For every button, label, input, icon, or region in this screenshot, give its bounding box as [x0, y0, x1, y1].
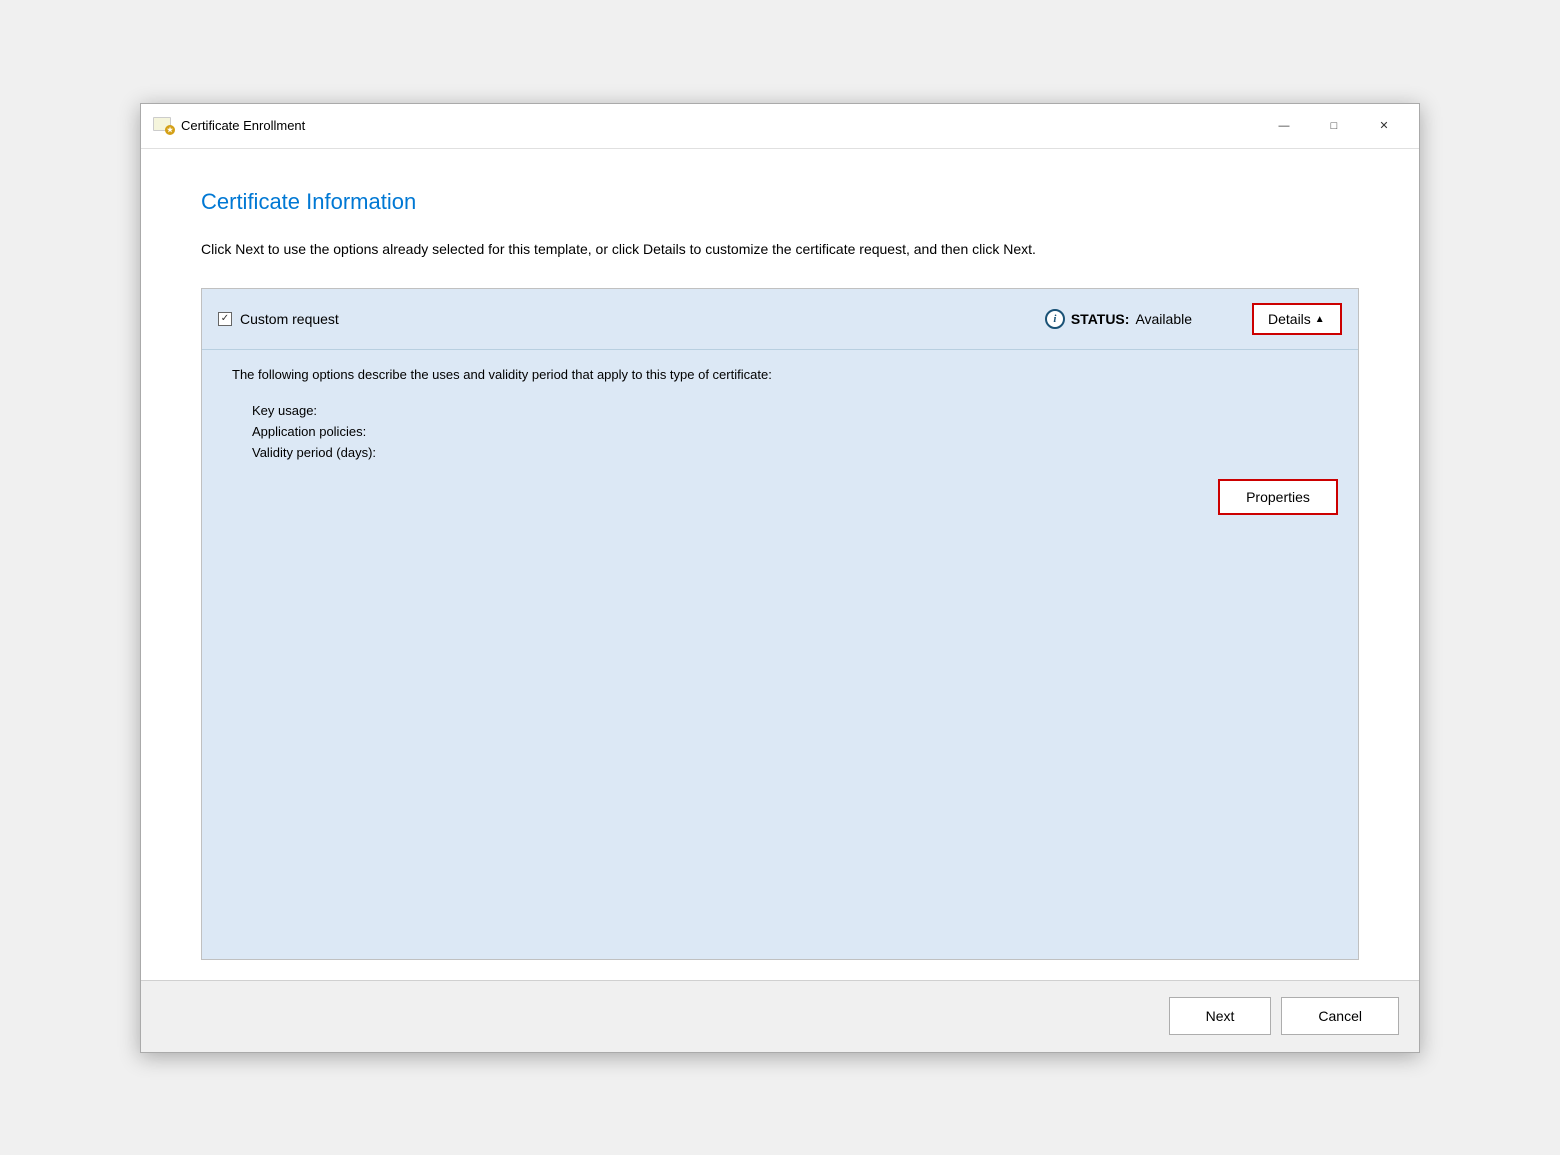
- info-icon: i: [1045, 309, 1065, 329]
- title-bar: ★ Certificate Enrollment — □ ✕: [141, 104, 1419, 149]
- chevron-up-icon: ▲: [1315, 314, 1325, 325]
- cancel-button[interactable]: Cancel: [1281, 997, 1399, 1035]
- main-window: ★ Certificate Enrollment — □ ✕ Certifica…: [140, 103, 1420, 1053]
- cert-checkbox-wrapper[interactable]: Custom request: [218, 311, 339, 327]
- page-description: Click Next to use the options already se…: [201, 239, 1301, 260]
- window-controls: — □ ✕: [1261, 112, 1407, 140]
- maximize-button[interactable]: □: [1311, 112, 1357, 140]
- cert-panel-header: Custom request i STATUS: Available Detai…: [202, 289, 1358, 350]
- status-value: Available: [1135, 311, 1192, 327]
- properties-row: Properties: [232, 479, 1338, 515]
- title-bar-left: ★ Certificate Enrollment: [153, 116, 305, 136]
- details-button[interactable]: Details ▲: [1252, 303, 1342, 335]
- status-section: i STATUS: Available: [1045, 309, 1192, 329]
- minimize-button[interactable]: —: [1261, 112, 1307, 140]
- cert-panel-body: The following options describe the uses …: [202, 350, 1358, 959]
- cert-name-label: Custom request: [240, 311, 339, 327]
- key-usage-row: Key usage:: [252, 400, 1338, 421]
- close-button[interactable]: ✕: [1361, 112, 1407, 140]
- certificate-panel: Custom request i STATUS: Available Detai…: [201, 288, 1359, 960]
- cert-checkbox[interactable]: [218, 312, 232, 326]
- page-title: Certificate Information: [201, 189, 1359, 215]
- validity-period-row: Validity period (days):: [252, 442, 1338, 463]
- app-policies-row: Application policies:: [252, 421, 1338, 442]
- properties-button[interactable]: Properties: [1218, 479, 1338, 515]
- next-button[interactable]: Next: [1169, 997, 1272, 1035]
- status-label: STATUS:: [1071, 311, 1130, 327]
- certificate-icon: ★: [153, 116, 173, 136]
- bottom-bar: Next Cancel: [141, 980, 1419, 1052]
- content-area: Certificate Information Click Next to us…: [141, 149, 1419, 980]
- window-title: Certificate Enrollment: [181, 118, 305, 133]
- panel-description: The following options describe the uses …: [232, 366, 1338, 384]
